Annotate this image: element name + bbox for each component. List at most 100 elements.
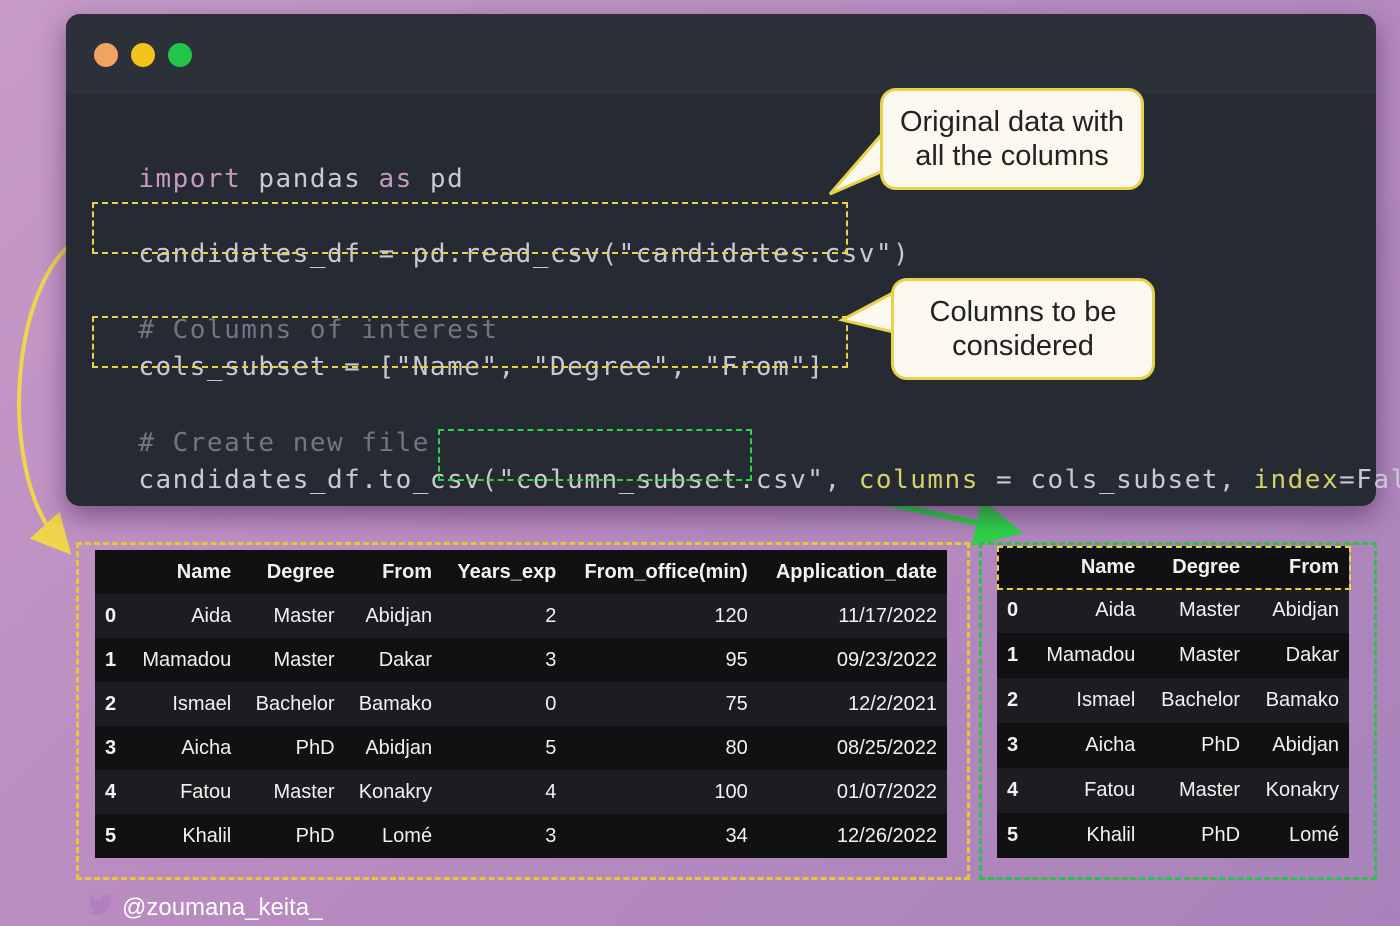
cell: 3 xyxy=(545,648,557,671)
cell: 100 xyxy=(714,780,748,803)
header-application-date: Application_date xyxy=(775,560,937,583)
row-index: 5 xyxy=(1007,824,1019,846)
cell: PhD xyxy=(1201,824,1241,846)
param-value-false: =False) xyxy=(1339,465,1400,495)
row-index: 1 xyxy=(105,648,117,671)
cell: 01/07/2022 xyxy=(836,780,937,803)
cell: 08/25/2022 xyxy=(836,736,937,759)
cell: 75 xyxy=(725,692,748,715)
cell: 09/23/2022 xyxy=(836,648,937,671)
row-index: 5 xyxy=(105,824,117,847)
cell: 2 xyxy=(545,604,557,627)
full-dataframe-table: Name Degree From Years_exp From_office(m… xyxy=(95,550,947,858)
minimize-dot[interactable] xyxy=(131,43,155,67)
param-columns: columns xyxy=(858,465,979,495)
cell: Lomé xyxy=(1288,824,1339,846)
cell: Bachelor xyxy=(1161,689,1241,711)
cell: 12/2/2021 xyxy=(848,692,937,715)
cell: Aicha xyxy=(181,736,232,759)
module-name: pandas xyxy=(241,164,379,194)
header-index xyxy=(95,550,128,594)
cell: Aida xyxy=(191,604,232,627)
param-value-cols: cols_subset xyxy=(1030,465,1220,495)
cell: PhD xyxy=(1201,734,1241,756)
code-line-to-csv: candidates_df.to_csv("column_subset.csv"… xyxy=(104,435,1400,495)
cell: Abidjan xyxy=(1272,599,1339,621)
header-name: Name xyxy=(176,560,232,583)
cell: Abidjan xyxy=(365,736,433,759)
row-index: 4 xyxy=(105,780,117,803)
table-row: 1 Mamadou Master Dakar xyxy=(997,633,1349,678)
twitter-bird-icon xyxy=(88,894,113,915)
cell: PhD xyxy=(295,824,335,847)
cell: Lomé xyxy=(382,824,433,847)
table-row: 2 Ismael Bachelor Bamako 0 75 12/2/2021 xyxy=(95,682,947,726)
cell: 120 xyxy=(714,604,748,627)
cell: Master xyxy=(1178,779,1241,801)
row-index: 0 xyxy=(105,604,117,627)
cell: Fatou xyxy=(180,780,232,803)
callout-line: Columns to be xyxy=(929,296,1117,328)
cell: Konakry xyxy=(358,780,433,803)
close-dot[interactable] xyxy=(94,43,118,67)
cell: 80 xyxy=(725,736,748,759)
cell: 0 xyxy=(545,692,557,715)
cell: Dakar xyxy=(378,648,433,671)
param-index: index xyxy=(1253,465,1340,495)
cell: Master xyxy=(273,604,335,627)
highlight-cols-subset xyxy=(92,316,848,368)
header-from: From xyxy=(382,560,433,583)
cell: Aicha xyxy=(1085,734,1136,756)
header-from-office: From_office(min) xyxy=(584,560,748,583)
cell: Master xyxy=(1178,599,1241,621)
callout-line: Original data with xyxy=(899,106,1125,138)
callout-columns-considered: Columns to be considered xyxy=(891,278,1155,380)
cell: Fatou xyxy=(1084,779,1136,801)
header-years-exp: Years_exp xyxy=(457,560,557,583)
table-row: 1 Mamadou Master Dakar 3 95 09/23/2022 xyxy=(95,638,947,682)
cell: 3 xyxy=(545,824,557,847)
table-row: 5 Khalil PhD Lomé 3 34 12/26/2022 xyxy=(95,814,947,858)
table-row: 3 Aicha PhD Abidjan xyxy=(997,723,1349,768)
cell: Bachelor xyxy=(255,692,335,715)
row-index: 3 xyxy=(1007,734,1019,756)
table-row: 4 Fatou Master Konakry xyxy=(997,768,1349,813)
row-index: 2 xyxy=(1007,689,1019,711)
table-row: 0 Aida Master Abidjan 2 120 11/17/2022 xyxy=(95,594,947,638)
cell: 12/26/2022 xyxy=(836,824,937,847)
cell: 11/17/2022 xyxy=(838,604,937,627)
cell: Dakar xyxy=(1285,644,1339,666)
cell: Master xyxy=(273,780,335,803)
author-handle[interactable]: @zoumana_keita_ xyxy=(122,894,322,922)
cell: Master xyxy=(1178,644,1241,666)
cell: Bamako xyxy=(1265,689,1339,711)
keyword-import: import xyxy=(138,164,242,194)
table-row: 5 Khalil PhD Lomé xyxy=(997,813,1349,858)
equals: = xyxy=(978,465,1031,495)
callout-original-data: Original data with all the columns xyxy=(880,88,1144,190)
cell: 4 xyxy=(545,780,557,803)
callout-line: all the columns xyxy=(915,140,1109,172)
cell: Mamadou xyxy=(142,648,232,671)
cell: 34 xyxy=(725,824,748,847)
alias: pd xyxy=(412,164,465,194)
row-index: 2 xyxy=(105,692,117,715)
table-row: 4 Fatou Master Konakry 4 100 01/07/2022 xyxy=(95,770,947,814)
row-index: 3 xyxy=(105,736,117,759)
row-index: 1 xyxy=(1007,644,1019,666)
maximize-dot[interactable] xyxy=(168,43,192,67)
highlight-output-file xyxy=(438,429,752,481)
table-row: 2 Ismael Bachelor Bamako xyxy=(997,678,1349,723)
subset-dataframe-table: Name Degree From 0 Aida Master Abidjan 1… xyxy=(997,546,1349,858)
separator: , xyxy=(824,465,859,495)
cell: Khalil xyxy=(1086,824,1136,846)
row-index: 0 xyxy=(1007,599,1019,621)
table-row: 0 Aida Master Abidjan xyxy=(997,588,1349,633)
code-line-import: import pandas as pd xyxy=(104,134,464,194)
highlight-subset-header xyxy=(997,546,1351,590)
cell: Abidjan xyxy=(1272,734,1339,756)
cell: Khalil xyxy=(182,824,232,847)
highlight-read-csv xyxy=(92,202,848,254)
cell: 95 xyxy=(725,648,748,671)
row-index: 4 xyxy=(1007,779,1019,801)
